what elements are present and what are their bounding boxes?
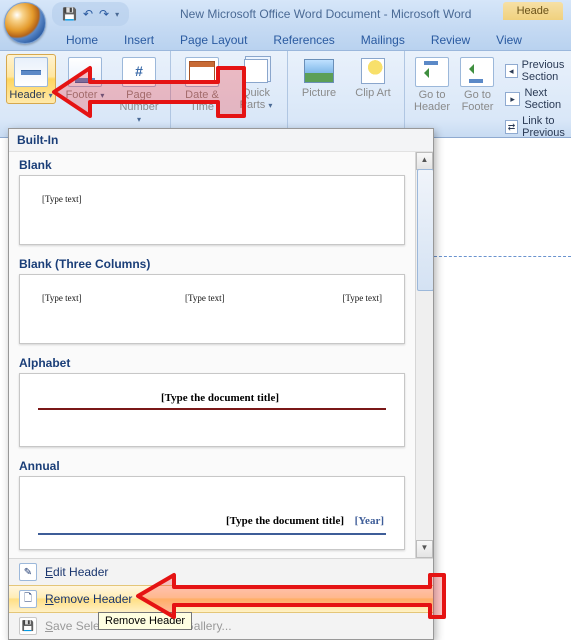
placeholder-text: [Type text] (42, 293, 82, 303)
next-section-button[interactable]: ▸ Next Section (502, 86, 571, 112)
scroll-up-icon[interactable]: ▲ (416, 152, 433, 170)
year-placeholder: [Year] (355, 515, 384, 527)
goto-header-label: Go to Header (414, 89, 450, 113)
scroll-down-icon[interactable]: ▼ (416, 540, 433, 558)
picture-label: Picture (302, 87, 336, 99)
office-orb-button[interactable] (4, 2, 46, 44)
picture-button[interactable]: Picture (294, 54, 344, 102)
gallery-heading-builtin: Built-In (9, 129, 433, 152)
save-icon[interactable]: 💾 (62, 7, 77, 21)
quick-access-toolbar: 💾 ↶ ↷ ▾ (52, 2, 129, 26)
link-icon: ⇄ (505, 120, 518, 134)
document-area (434, 138, 571, 639)
placeholder-text: [Type the document title] (28, 392, 412, 404)
tab-view[interactable]: View (484, 30, 534, 50)
goto-footer-label: Go to Footer (462, 89, 494, 113)
contextual-tab-group: Heade (503, 2, 563, 20)
gallery-item-blank[interactable]: [Type text] (19, 175, 405, 245)
link-to-previous-button[interactable]: ⇄ Link to Previous (502, 114, 571, 140)
header-divider-dash (434, 256, 571, 257)
header-gallery-dropdown: Built-In Blank [Type text] Blank (Three … (8, 128, 434, 640)
previous-section-icon: ◂ (505, 64, 518, 78)
placeholder-text: [Type the document title] (226, 515, 344, 527)
next-section-icon: ▸ (505, 92, 521, 106)
redo-icon[interactable]: ↷ (99, 7, 109, 21)
placeholder-text: [Type text] (42, 194, 82, 204)
previous-section-button[interactable]: ◂ Previous Section (502, 58, 571, 84)
undo-icon[interactable]: ↶ (83, 7, 93, 21)
placeholder-text: [Type text] (185, 293, 225, 303)
save-gallery-icon: 💾 (19, 617, 37, 635)
gallery-section-three-columns: Blank (Three Columns) (9, 251, 415, 274)
clip-art-button[interactable]: Clip Art (348, 54, 398, 102)
divider-line (38, 408, 386, 410)
gallery-scrollbar[interactable]: ▲ ▼ (415, 152, 433, 558)
header-label: Header (9, 89, 45, 101)
divider-line (38, 533, 386, 535)
ribbon-tabs: Home Insert Page Layout References Maili… (0, 28, 571, 51)
header-icon (14, 57, 48, 87)
clip-art-icon (357, 57, 389, 85)
scroll-thumb[interactable] (417, 169, 433, 291)
goto-footer-button[interactable]: Go to Footer (457, 54, 498, 116)
edit-icon: ✎ (19, 563, 37, 581)
clip-art-label: Clip Art (355, 87, 390, 99)
picture-icon (303, 57, 335, 85)
window-title: New Microsoft Office Word Document - Mic… (180, 7, 471, 21)
gallery-item-three-columns[interactable]: [Type text] [Type text] [Type text] (19, 274, 405, 344)
next-section-label: Next Section (524, 87, 571, 111)
tab-review[interactable]: Review (419, 30, 482, 50)
gallery-section-blank: Blank (9, 152, 415, 175)
remove-header-label: Remove Header (45, 592, 132, 606)
placeholder-text: [Type text] (342, 293, 382, 303)
previous-section-label: Previous Section (522, 59, 571, 83)
qat-dropdown-icon[interactable]: ▾ (115, 10, 119, 19)
tab-insert[interactable]: Insert (112, 30, 166, 50)
gallery-section-annual: Annual (9, 453, 415, 476)
tab-mailings[interactable]: Mailings (349, 30, 417, 50)
gallery-section-alphabet: Alphabet (9, 350, 415, 373)
tab-page-layout[interactable]: Page Layout (168, 30, 259, 50)
goto-header-icon (415, 57, 449, 87)
tab-references[interactable]: References (261, 30, 346, 50)
chevron-down-icon: ▾ (268, 101, 272, 110)
goto-header-button[interactable]: Go to Header (411, 54, 453, 116)
gallery-item-alphabet[interactable]: [Type the document title] (19, 373, 405, 447)
goto-footer-icon (460, 57, 494, 87)
remove-icon: 🗋 (19, 590, 37, 608)
gallery-item-annual[interactable]: [Type the document title] [Year] (19, 476, 405, 550)
edit-header-label: EEdit Headerdit Header (45, 565, 108, 579)
link-to-previous-label: Link to Previous (522, 115, 571, 139)
tab-home[interactable]: Home (54, 30, 110, 50)
